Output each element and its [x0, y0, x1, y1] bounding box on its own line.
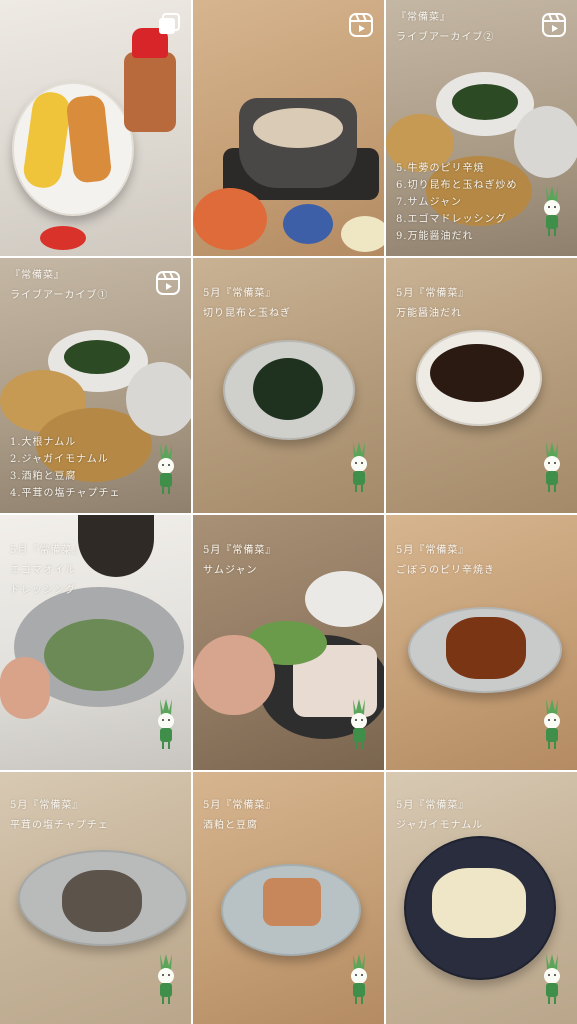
green-onion-mascot-icon: [351, 442, 367, 492]
caption-line: 酒粕と豆腐: [203, 820, 258, 831]
side-bowl: [305, 571, 383, 627]
recipe-list-item: 1.大根ナムル: [10, 437, 77, 448]
tile-caption: 5月『常備菜』 ジャガイモナムル: [396, 796, 483, 836]
green-onion-mascot-icon: [544, 954, 560, 1004]
caption-line: 5月『常備菜』: [10, 800, 84, 811]
greens-image: [64, 340, 130, 374]
grid-post-spicy-burdock[interactable]: 5月『常備菜』 ごぼうのピリ辛焼き: [386, 515, 577, 770]
grid-post-stone-pot-soup[interactable]: [193, 0, 384, 256]
kelp-image: [253, 358, 323, 420]
side-dish-plate: [341, 216, 384, 252]
green-onion-mascot-icon: [544, 699, 560, 749]
reel-icon: [542, 13, 566, 37]
potato-namul-image: [432, 868, 526, 938]
caption-line: 5月『常備菜』: [10, 545, 84, 556]
bowl-right: [514, 106, 577, 178]
grid-post-soy-sauce[interactable]: 5月『常備菜』 万能醤油だれ: [386, 258, 577, 513]
reel-icon: [156, 271, 180, 295]
caption-line: サムジャン: [203, 565, 258, 576]
recipe-list-item: 2.ジャガイモナムル: [10, 454, 109, 465]
salad-image: [44, 619, 154, 691]
caption-line: 5月『常備菜』: [203, 800, 277, 811]
caption-line: 万能醤油だれ: [396, 308, 462, 319]
caption-line: ごぼうのピリ辛焼き: [396, 565, 495, 576]
grid-post-potato-namul[interactable]: 5月『常備菜』 ジャガイモナムル: [386, 772, 577, 1024]
caption-line: ドレッシング: [10, 585, 76, 596]
caption-line: 『常備菜』: [396, 12, 451, 23]
recipe-list-item: 8.エゴマドレッシング: [396, 214, 507, 225]
recipe-list-item: 5.牛蒡のピリ辛焼: [396, 163, 485, 174]
grid-post-live-archive-1[interactable]: 『常備菜』 ライブアーカイブ① 1.大根ナムル 2.ジャガイモナムル 3.酒粕と…: [0, 258, 191, 513]
tofu-image: [263, 878, 321, 926]
tile-caption: 5月『常備菜』 エゴマオイル ドレッシング: [10, 541, 83, 601]
grid-post-perilla-dressing[interactable]: 5月『常備菜』 エゴマオイル ドレッシング: [0, 515, 191, 770]
recipe-list-item: 3.酒粕と豆腐: [10, 471, 77, 482]
grid-post-live-archive-2[interactable]: 『常備菜』 ライブアーカイブ② 5.牛蒡のピリ辛焼 6.切り昆布と玉ねぎ炒め 7…: [386, 0, 577, 256]
green-onion-mascot-icon: [158, 954, 174, 1004]
kimchi-dish: [193, 188, 267, 250]
recipe-list-item: 4.平茸の塩チャプチェ: [10, 488, 121, 499]
grid-post-ssamjang[interactable]: 5月『常備菜』 サムジャン: [193, 515, 384, 770]
recipe-list-item: 9.万能醤油だれ: [396, 231, 474, 242]
green-onion-mascot-icon: [544, 442, 560, 492]
caption-line: ライブアーカイブ①: [10, 290, 109, 301]
caption-line: 5月『常備菜』: [396, 545, 470, 556]
tile-caption: 5月『常備菜』 万能醤油だれ: [396, 284, 469, 324]
caption-line: 5月『常備菜』: [203, 288, 277, 299]
blue-bowl: [283, 204, 333, 244]
greens-image: [452, 84, 518, 120]
mushroom-image: [62, 870, 142, 932]
oil-jug: [78, 515, 154, 577]
sauce-bottle-image: [124, 52, 176, 132]
grid-post-kelp-onion[interactable]: 5月『常備菜』 切り昆布と玉ねぎ: [193, 258, 384, 513]
red-pepper-image: [40, 226, 86, 250]
green-onion-mascot-icon: [158, 444, 174, 494]
soy-sauce-image: [430, 344, 524, 402]
grid-post-sakekasu-tofu[interactable]: 5月『常備菜』 酒粕と豆腐: [193, 772, 384, 1024]
caption-line: ライブアーカイブ②: [396, 32, 495, 43]
green-onion-mascot-icon: [351, 699, 367, 749]
recipe-list-item: 6.切り昆布と玉ねぎ炒め: [396, 180, 518, 191]
soup-surface: [253, 108, 343, 148]
caption-line: 切り昆布と玉ねぎ: [203, 308, 291, 319]
tile-caption: 『常備菜』 ライブアーカイブ②: [396, 8, 494, 48]
caption-line: 5月『常備菜』: [203, 545, 277, 556]
caption-line: 平茸の塩チャプチェ: [10, 820, 109, 831]
grid-post-mushroom-chapchae[interactable]: 5月『常備菜』 平茸の塩チャプチェ: [0, 772, 191, 1024]
reel-icon: [349, 13, 373, 37]
bowl-right: [126, 362, 191, 436]
recipe-list: 5.牛蒡のピリ辛焼 6.切り昆布と玉ねぎ炒め 7.サムジャン 8.エゴマドレッシ…: [396, 160, 518, 245]
tile-caption: 5月『常備菜』 ごぼうのピリ辛焼き: [396, 541, 495, 581]
caption-line: 5月『常備菜』: [396, 288, 470, 299]
tile-caption: 5月『常備菜』 酒粕と豆腐: [203, 796, 276, 836]
caption-line: ジャガイモナムル: [396, 820, 484, 831]
profile-post-grid: 『常備菜』 ライブアーカイブ② 5.牛蒡のピリ辛焼 6.切り昆布と玉ねぎ炒め 7…: [0, 0, 577, 1024]
hand-image: [0, 657, 50, 719]
tile-caption: 5月『常備菜』 平茸の塩チャプチェ: [10, 796, 109, 836]
grid-post-grilled-corn[interactable]: [0, 0, 191, 256]
tile-caption: 5月『常備菜』 切り昆布と玉ねぎ: [203, 284, 291, 324]
tile-caption: 『常備菜』 ライブアーカイブ①: [10, 266, 108, 306]
green-onion-mascot-icon: [544, 186, 560, 236]
hand-image: [193, 635, 275, 715]
recipe-list: 1.大根ナムル 2.ジャガイモナムル 3.酒粕と豆腐 4.平茸の塩チャプチェ: [10, 434, 120, 502]
caption-line: 『常備菜』: [10, 270, 65, 281]
caption-line: エゴマオイル: [10, 565, 76, 576]
recipe-list-item: 7.サムジャン: [396, 197, 463, 208]
multi-photo-icon: [159, 13, 180, 34]
green-onion-mascot-icon: [158, 699, 174, 749]
green-onion-mascot-icon: [351, 954, 367, 1004]
burdock-image: [446, 617, 526, 679]
caption-line: 5月『常備菜』: [396, 800, 470, 811]
tile-caption: 5月『常備菜』 サムジャン: [203, 541, 276, 581]
